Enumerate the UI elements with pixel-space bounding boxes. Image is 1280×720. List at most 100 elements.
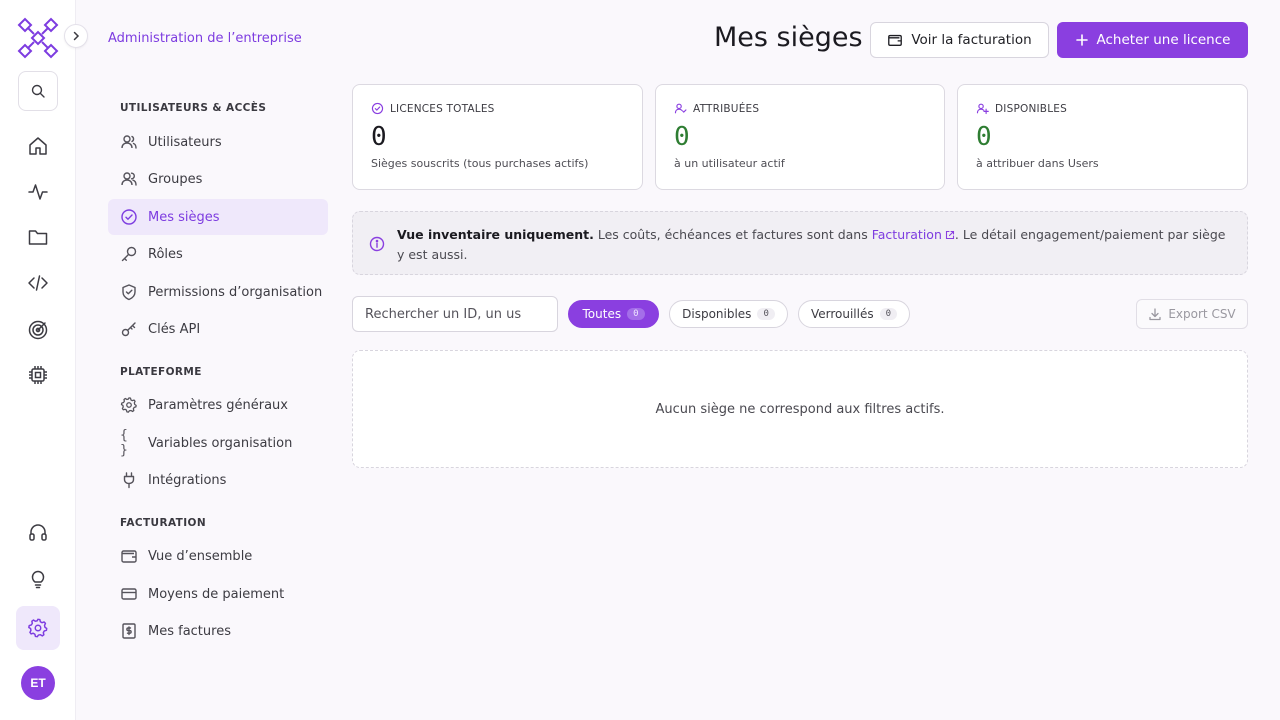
headset-icon [29,524,47,541]
info-icon [369,236,385,252]
brand-logo[interactable] [16,16,60,60]
rail-search-button[interactable] [18,71,58,111]
nav-item-billing-overview[interactable]: Vue d’ensemble [108,538,328,574]
stat-value: 0 [976,122,992,152]
filter-count: 0 [627,308,645,320]
nav-item-general-settings[interactable]: Paramètres généraux [108,387,328,423]
users-icon [120,170,138,188]
seat-search-input[interactable]: Rechercher un ID, un us [352,296,558,332]
rail-target-button[interactable] [18,310,58,350]
user-icon [120,133,138,151]
braces-icon: { } [120,428,128,458]
view-billing-label: Voir la facturation [911,32,1032,48]
gear-icon [28,618,48,638]
gear-icon [120,396,138,414]
nav-item-label: Groupes [148,171,203,187]
chevron-right-icon [73,31,80,41]
section-title[interactable]: Administration de l’entreprise [108,31,302,46]
wallet-icon [888,34,903,46]
seats-empty-state: Aucun siège ne correspond aux filtres ac… [352,350,1248,468]
filter-all[interactable]: Toutes 0 [568,300,659,328]
banner-text: Les coûts, échéances et factures sont da… [593,227,872,242]
billing-link[interactable]: Facturation [872,227,955,242]
nav-item-roles[interactable]: Rôles [108,236,328,272]
folder-icon [28,230,48,245]
key-icon [120,245,138,263]
filter-count: 0 [757,308,775,320]
check-circle-icon [371,102,384,115]
nav-item-label: Moyens de paiement [148,586,285,602]
home-icon [29,137,47,155]
filter-label: Verrouillés [810,307,874,321]
search-icon [31,84,45,98]
rail-settings-button[interactable] [16,606,60,650]
nav-item-label: Mes factures [148,623,231,639]
nav-item-users[interactable]: Utilisateurs [108,124,328,160]
nav-item-my-invoices[interactable]: Mes factures [108,613,328,649]
filter-available[interactable]: Disponibles 0 [669,300,788,328]
check-circle-icon [120,208,138,226]
nav-item-org-permissions[interactable]: Permissions d’organisation [108,274,328,310]
download-icon [1149,308,1161,321]
rail-chip-button[interactable] [18,355,58,395]
user-check-icon [674,103,687,114]
export-csv-label: Export CSV [1168,307,1236,321]
plug-icon [120,471,138,489]
wallet-icon [120,547,138,565]
view-billing-button[interactable]: Voir la facturation [870,22,1049,58]
page-title: Mes sièges [714,22,863,53]
invoice-icon [120,622,138,640]
buy-license-label: Acheter une licence [1096,32,1231,48]
expand-sidebar-button[interactable] [64,24,88,48]
shield-check-icon [120,283,138,301]
nav-item-label: Clés API [148,321,201,337]
stat-description: à attribuer dans Users [976,157,1099,170]
buy-license-button[interactable]: Acheter une licence [1057,22,1248,58]
nav-item-label: Mes sièges [148,209,220,225]
stat-description: à un utilisateur actif [674,157,785,170]
plus-icon [1075,34,1088,46]
rail-home-button[interactable] [18,126,58,166]
credit-card-icon [120,585,138,603]
rail-support-button[interactable] [18,512,58,552]
activity-icon [28,184,48,200]
code-icon [28,275,48,291]
inventory-info-banner: Vue inventaire uniquement. Les coûts, éc… [352,211,1248,275]
nav-item-org-variables[interactable]: { } Variables organisation [108,425,328,461]
stat-description: Sièges souscrits (tous purchases actifs) [371,157,589,170]
nav-item-label: Rôles [148,246,183,262]
nav-item-payment-methods[interactable]: Moyens de paiement [108,576,328,612]
nav-item-integrations[interactable]: Intégrations [108,462,328,498]
filter-label: Disponibles [682,307,752,321]
nav-section-users-access: UTILISATEURS & ACCÈS [120,102,267,114]
rail-ideas-button[interactable] [18,559,58,599]
nav-item-label: Permissions d’organisation [148,284,323,300]
nav-item-label: Paramètres généraux [148,397,288,413]
api-key-icon [120,320,138,338]
nav-item-label: Variables organisation [148,435,293,451]
stat-label: LICENCES TOTALES [390,102,495,115]
stat-value: 0 [371,122,387,152]
app-rail: ET [0,0,88,720]
banner-bold-text: Vue inventaire uniquement. [397,227,594,242]
nav-item-my-seats[interactable]: Mes sièges [108,199,328,235]
user-plus-icon [976,103,989,115]
lightbulb-icon [31,570,45,589]
target-icon [28,320,48,340]
stat-value: 0 [674,122,690,152]
user-avatar[interactable]: ET [21,666,55,700]
rail-folder-button[interactable] [18,217,58,257]
nav-section-billing: FACTURATION [120,517,207,529]
stat-label: ATTRIBUÉES [693,102,760,115]
nav-item-api-keys[interactable]: Clés API [108,311,328,347]
filter-label: Toutes [582,307,622,321]
chip-icon [29,366,47,384]
export-csv-button[interactable]: Export CSV [1136,299,1248,329]
nav-item-label: Vue d’ensemble [148,548,253,564]
nav-item-groups[interactable]: Groupes [108,161,328,197]
rail-code-button[interactable] [18,263,58,303]
empty-state-message: Aucun siège ne correspond aux filtres ac… [655,401,945,417]
external-link-icon [945,230,954,240]
filter-locked[interactable]: Verrouillés 0 [798,300,910,328]
rail-activity-button[interactable] [18,172,58,212]
